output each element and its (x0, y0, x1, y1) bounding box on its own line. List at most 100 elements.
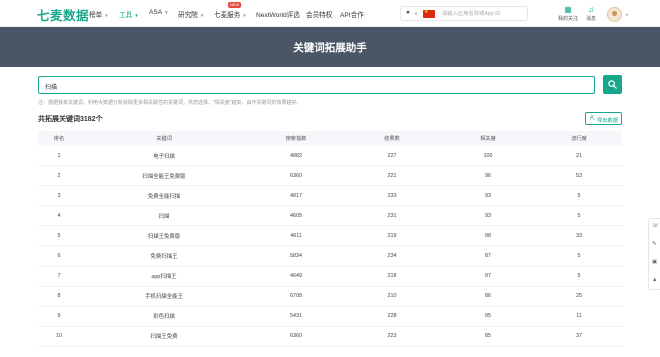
cell-keyword[interactable]: 免费全能扫描 (80, 186, 248, 205)
cell-results: 223 (387, 333, 397, 340)
cell-keyword[interactable]: 扫描全能王免费版 (80, 166, 248, 185)
cell-results: 210 (387, 293, 397, 300)
chevron-down-icon[interactable]: ▼ (625, 12, 629, 17)
cell-keyword[interactable]: 彩色扫描 (80, 307, 248, 326)
chevron-down-icon: ▼ (104, 13, 109, 18)
table-row: 2 扫描全能王免费版 6360 221 96 53 (38, 166, 622, 187)
cell-relevance: 85 (485, 333, 491, 340)
nav-item-research[interactable]: 研究院 ▼ (178, 9, 204, 19)
cell-results: 233 (387, 192, 397, 199)
cell-rank: 10 (56, 333, 62, 340)
china-flag-icon[interactable] (423, 9, 435, 18)
table-row: 4 扫描 4605 231 93 5 (38, 206, 622, 227)
cell-keyword[interactable]: app扫描王 (80, 267, 248, 286)
cell-popularity: 53 (576, 172, 582, 179)
export-button[interactable]: ⇱ 导出数据 (585, 112, 622, 125)
back-to-top-icon[interactable]: ▲ (652, 277, 657, 283)
nav-item-asa[interactable]: ASA ▼ (149, 9, 169, 16)
header-results[interactable]: 结果数 (344, 131, 440, 146)
cell-search-index: 5431 (290, 313, 302, 320)
cell-popularity: 5 (577, 192, 581, 199)
keyword-table: 排名 关键词 搜索指数 结果数 相关度 流行度 1 电子扫描 4882 227 … (38, 131, 622, 347)
avatar[interactable] (607, 7, 622, 22)
cell-popularity: 37 (576, 333, 582, 340)
page-banner: 关键词拓展助手 (0, 27, 660, 67)
app-search-box[interactable]: ● ▼ (400, 6, 528, 21)
cell-rank: 8 (57, 293, 61, 300)
cell-keyword[interactable]: 电子扫描 (80, 146, 248, 165)
cell-rank: 9 (57, 313, 61, 320)
table-row: 8 手机扫描全能王 6708 210 86 25 (38, 287, 622, 307)
cell-search-index: 6360 (290, 333, 302, 340)
my-follow-button[interactable]: ▦ 我的关注 (556, 5, 580, 22)
cell-search-index: 6708 (290, 293, 302, 300)
page-title: 关键词拓展助手 (293, 42, 367, 54)
cell-keyword[interactable]: 手机扫描全能王 (80, 287, 248, 306)
chevron-down-icon: ▼ (242, 13, 247, 18)
cell-keyword[interactable]: 免费扫描王 (80, 246, 248, 265)
qrcode-icon[interactable]: ▣ (652, 259, 657, 265)
header-keyword[interactable]: 关键词 (80, 131, 248, 146)
search-note: 注：根据我有关键词，利用大数据分析获取更多相关联性的关键词，供您选择。"相关度"… (38, 100, 302, 106)
cell-rank: 2 (57, 172, 61, 179)
cell-relevance: 93 (485, 212, 491, 219)
cell-popularity: 21 (576, 152, 582, 159)
chevron-down-icon[interactable]: ▼ (414, 11, 418, 16)
header-rank[interactable]: 排名 (38, 131, 80, 146)
cell-results: 227 (387, 152, 397, 159)
table-row: 9 彩色扫描 5431 228 85 11 (38, 307, 622, 327)
table-row: 7 app扫描王 4649 218 87 5 (38, 267, 622, 287)
cell-search-index: 4817 (290, 192, 302, 199)
nav-item-rankings[interactable]: 榜单 ▼ (89, 9, 109, 19)
logo[interactable]: 七麦数据 (37, 5, 89, 24)
nav-item-services[interactable]: 七麦服务 ▼ (214, 9, 247, 19)
chevron-down-icon: ▼ (164, 10, 169, 15)
cell-relevance: 93 (485, 192, 491, 199)
cell-keyword[interactable]: 扫描 (80, 206, 248, 225)
cell-relevance: 100 (483, 152, 493, 159)
cell-relevance: 86 (485, 293, 491, 300)
top-nav: 七麦数据 榜单 ▼ 工具 ▼ ASA ▼ 研究院 ▼ 七麦服务 ▼ NEW NextWor… (0, 0, 660, 27)
apple-icon[interactable]: ● (406, 9, 410, 16)
cell-search-index: 4882 (290, 152, 302, 159)
header-relevance[interactable]: 相关度 (440, 131, 536, 146)
chevron-down-icon: ▼ (134, 13, 139, 18)
app-search-input[interactable] (442, 9, 522, 19)
nav-item-api[interactable]: API合作 (340, 9, 364, 19)
cell-keyword[interactable]: 扫描王免费版 (80, 226, 248, 245)
cell-popularity: 5 (577, 253, 581, 260)
cell-rank: 6 (57, 253, 61, 260)
table-header: 排名 关键词 搜索指数 结果数 相关度 流行度 (38, 131, 622, 146)
cell-rank: 4 (57, 212, 61, 219)
cell-rank: 1 (57, 152, 61, 159)
customer-service-icon[interactable]: ☏ (652, 223, 659, 229)
nav-item-nextworld[interactable]: NextWorld评选 (256, 9, 300, 19)
cell-search-index: 5834 (290, 253, 302, 260)
cell-popularity: 11 (576, 313, 582, 320)
header-search-index[interactable]: 搜索指数 (248, 131, 344, 146)
cell-keyword[interactable]: 扫描王免费 (80, 327, 248, 346)
table-row: 10 扫描王免费 6360 223 85 37 (38, 327, 622, 347)
cell-relevance: 88 (485, 232, 491, 239)
cell-popularity: 5 (577, 212, 581, 219)
cell-rank: 5 (57, 232, 61, 239)
messages-button[interactable]: ♫ 消息 (584, 5, 598, 22)
result-count: 共拓展关键词3182个 (38, 116, 103, 123)
search-button[interactable] (603, 75, 622, 94)
cell-results: 228 (387, 313, 397, 320)
nav-item-tools[interactable]: 工具 ▼ (119, 9, 139, 19)
nav-item-membership[interactable]: 会员特权 (306, 9, 332, 19)
keyword-input[interactable]: 扫描 (38, 76, 595, 94)
cell-relevance: 87 (485, 253, 491, 260)
cell-results: 219 (387, 232, 397, 239)
cell-search-index: 4605 (290, 212, 302, 219)
feedback-icon[interactable]: ✎ (652, 241, 657, 247)
cell-results: 218 (387, 273, 397, 280)
new-badge: NEW (228, 2, 242, 8)
table-row: 1 电子扫描 4882 227 100 21 (38, 146, 622, 167)
header-popularity[interactable]: 流行度 (536, 131, 622, 146)
cell-relevance: 87 (485, 273, 491, 280)
floating-toolbar: ☏ ✎ ▣ ▲ (648, 218, 660, 290)
table-row: 6 免费扫描王 5834 234 87 5 (38, 246, 622, 267)
cell-search-index: 6360 (290, 172, 302, 179)
